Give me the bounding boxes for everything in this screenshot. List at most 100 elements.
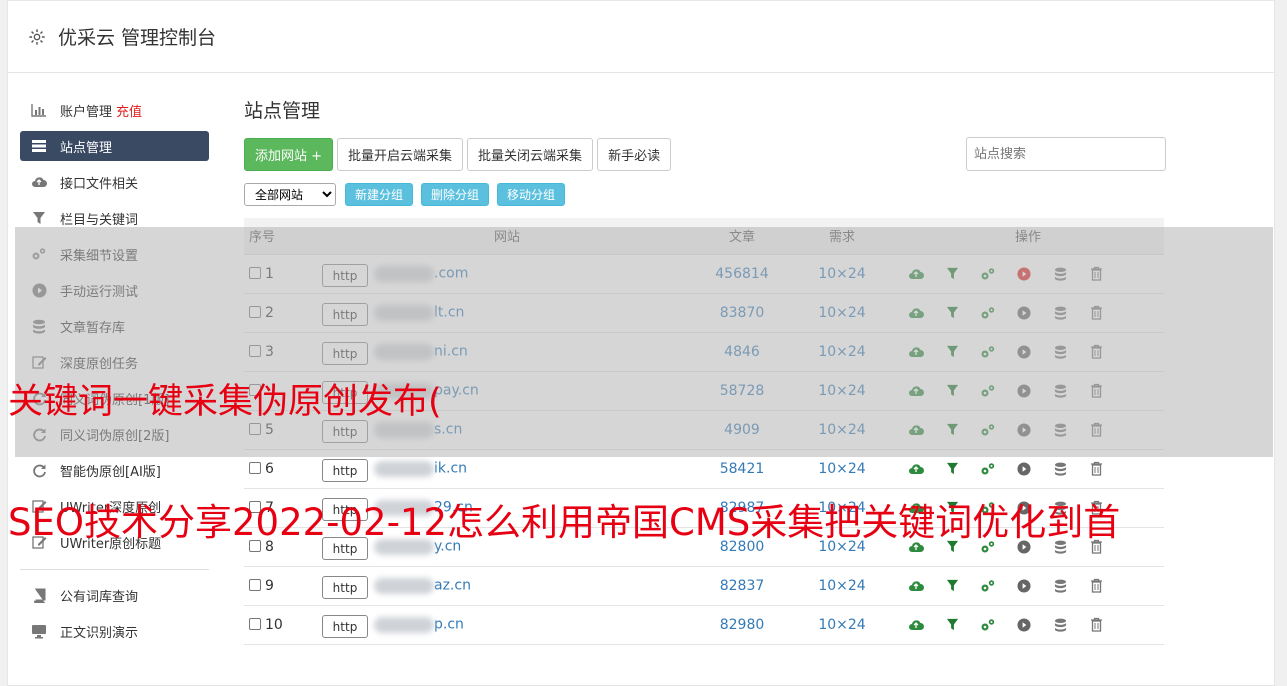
sidebar-item[interactable]: 栏目与关键词 (20, 203, 209, 233)
group-select[interactable]: 全部网站 (244, 183, 336, 206)
article-count[interactable]: 82980 (692, 605, 792, 645)
site-domain-link[interactable]: .com (434, 266, 468, 282)
gears-icon[interactable] (979, 421, 997, 439)
gears-icon[interactable] (979, 343, 997, 361)
site-domain-link[interactable]: pay.cn (434, 383, 479, 399)
trash-icon[interactable] (1087, 382, 1105, 400)
trash-icon[interactable] (1087, 421, 1105, 439)
demand-value[interactable]: 10×24 (792, 293, 892, 333)
sidebar-item[interactable]: 文章暂存库 (20, 311, 209, 341)
filter-icon[interactable] (943, 265, 961, 283)
site-domain-link[interactable]: 29.cn (434, 500, 473, 516)
guide-button[interactable]: 新手必读 (597, 137, 672, 171)
cloud-upload-icon[interactable] (907, 538, 925, 556)
article-count[interactable]: 83870 (692, 293, 792, 333)
play-circle-icon[interactable] (1015, 577, 1033, 595)
gears-icon[interactable] (979, 538, 997, 556)
sidebar-item[interactable]: UWriter原创标题 (20, 527, 209, 557)
sidebar-item[interactable]: 账户管理 充值 (20, 95, 209, 125)
row-checkbox[interactable] (249, 500, 261, 513)
cloud-upload-icon[interactable] (907, 343, 925, 361)
play-circle-icon[interactable] (1015, 304, 1033, 322)
row-checkbox[interactable] (249, 422, 261, 435)
article-count[interactable]: 82800 (692, 527, 792, 567)
database-icon[interactable] (1051, 538, 1069, 556)
sidebar-item[interactable]: 手动运行测试 (20, 275, 209, 305)
demand-value[interactable]: 10×24 (792, 566, 892, 606)
article-count[interactable]: 4909 (692, 410, 792, 450)
sidebar-item[interactable]: 深度原创任务 (20, 347, 209, 377)
filter-icon[interactable] (943, 538, 961, 556)
sidebar-item[interactable]: 公有词库查询 (20, 580, 209, 610)
article-count[interactable]: 82837 (692, 566, 792, 606)
gears-icon[interactable] (979, 382, 997, 400)
cloud-upload-icon[interactable] (907, 304, 925, 322)
add-site-button[interactable]: 添加网站 + (244, 137, 334, 171)
trash-icon[interactable] (1087, 343, 1105, 361)
site-domain-link[interactable]: lt.cn (434, 305, 464, 321)
demand-value[interactable]: 10×24 (792, 371, 892, 411)
sidebar-item[interactable]: 同义词伪原创[1版] (20, 383, 209, 413)
demand-value[interactable]: 10×24 (792, 605, 892, 645)
cloud-upload-icon[interactable] (907, 265, 925, 283)
trash-icon[interactable] (1087, 304, 1105, 322)
filter-icon[interactable] (943, 616, 961, 634)
database-icon[interactable] (1051, 265, 1069, 283)
filter-icon[interactable] (943, 304, 961, 322)
article-count[interactable]: 456814 (692, 254, 792, 294)
trash-icon[interactable] (1087, 616, 1105, 634)
filter-icon[interactable] (943, 343, 961, 361)
gears-icon[interactable] (979, 265, 997, 283)
database-icon[interactable] (1051, 421, 1069, 439)
filter-icon[interactable] (943, 577, 961, 595)
row-checkbox[interactable] (249, 383, 261, 396)
gears-icon[interactable] (979, 460, 997, 478)
site-domain-link[interactable]: p.cn (434, 617, 464, 633)
sidebar-item[interactable]: 正文识别演示 (20, 616, 209, 646)
trash-icon[interactable] (1087, 265, 1105, 283)
trash-icon[interactable] (1087, 460, 1105, 478)
cloud-upload-icon[interactable] (907, 616, 925, 634)
sidebar-item[interactable]: 站点管理 (20, 131, 209, 161)
play-circle-icon[interactable] (1015, 538, 1033, 556)
trash-icon[interactable] (1087, 577, 1105, 595)
sidebar-item[interactable]: 同义词伪原创[2版] (20, 419, 209, 449)
gears-icon[interactable] (979, 616, 997, 634)
row-checkbox[interactable] (249, 344, 261, 357)
demand-value[interactable]: 10×24 (792, 488, 892, 528)
cloud-upload-icon[interactable] (907, 577, 925, 595)
cloud-upload-icon[interactable] (907, 382, 925, 400)
demand-value[interactable]: 10×24 (792, 254, 892, 294)
batch-open-cloud-button[interactable]: 批量开启云端采集 (337, 137, 464, 171)
row-checkbox[interactable] (249, 266, 261, 279)
site-domain-link[interactable]: s.cn (434, 422, 462, 438)
demand-value[interactable]: 10×24 (792, 449, 892, 489)
new-group-button[interactable]: 新建分组 (345, 183, 414, 206)
play-circle-icon[interactable] (1015, 343, 1033, 361)
article-count[interactable]: 58421 (692, 449, 792, 489)
database-icon[interactable] (1051, 577, 1069, 595)
play-circle-icon[interactable] (1015, 265, 1033, 283)
trash-icon[interactable] (1087, 538, 1105, 556)
sidebar-item[interactable]: 接口文件相关 (20, 167, 209, 197)
gears-icon[interactable] (979, 577, 997, 595)
filter-icon[interactable] (943, 382, 961, 400)
cloud-upload-icon[interactable] (907, 421, 925, 439)
row-checkbox[interactable] (249, 578, 261, 591)
gears-icon[interactable] (979, 304, 997, 322)
filter-icon[interactable] (943, 421, 961, 439)
sidebar-item[interactable]: UWriter深度原创 (20, 491, 209, 521)
site-domain-link[interactable]: y.cn (434, 539, 461, 555)
article-count[interactable]: 58728 (692, 371, 792, 411)
site-domain-link[interactable]: az.cn (434, 578, 471, 594)
play-circle-icon[interactable] (1015, 421, 1033, 439)
play-circle-icon[interactable] (1015, 382, 1033, 400)
batch-close-cloud-button[interactable]: 批量关闭云端采集 (467, 137, 594, 171)
database-icon[interactable] (1051, 343, 1069, 361)
demand-value[interactable]: 10×24 (792, 410, 892, 450)
row-checkbox[interactable] (249, 617, 261, 630)
article-count[interactable]: 82987 (692, 488, 792, 528)
row-checkbox[interactable] (249, 461, 261, 474)
gears-icon[interactable] (979, 499, 997, 517)
site-domain-link[interactable]: ik.cn (434, 461, 467, 477)
